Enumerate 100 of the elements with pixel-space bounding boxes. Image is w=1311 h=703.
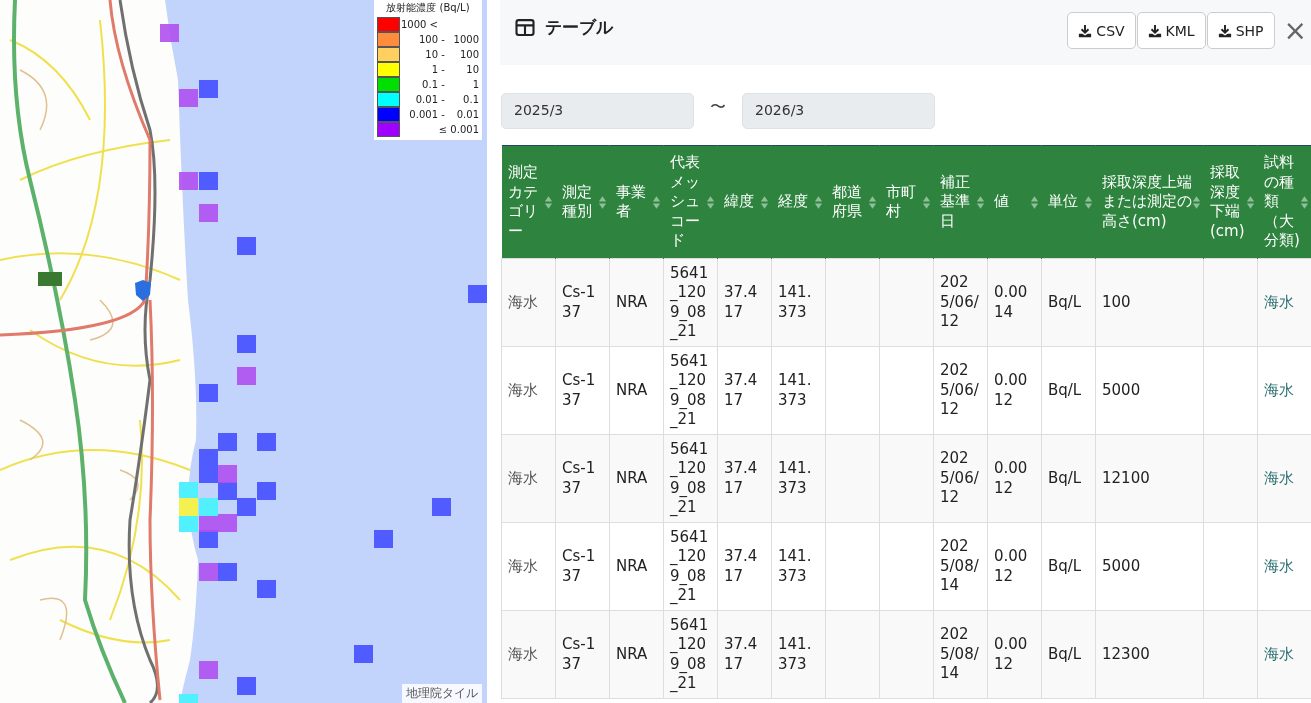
sort-icon <box>922 194 931 210</box>
download-button[interactable]: CSV <box>1067 12 1136 49</box>
table-cell: NRA <box>609 610 664 699</box>
column-header[interactable]: 事業者 <box>609 145 664 259</box>
table-cell: 2025/08/14 <box>933 522 988 611</box>
attribution-link[interactable]: 地理院タイル <box>402 684 482 703</box>
download-icon <box>1147 23 1162 38</box>
table-cell: 37.417 <box>717 346 772 435</box>
table-cell: 5641_1209_08_21 <box>663 346 718 435</box>
table-cell: 2025/08/14 <box>933 610 988 699</box>
table-cell: Cs-137 <box>555 258 610 347</box>
table-icon <box>515 19 535 36</box>
legend-title: 放射能濃度 (Bq/L) <box>385 1 471 15</box>
table-cell: 12300 <box>1095 610 1204 699</box>
table-cell: Bq/L <box>1041 434 1096 523</box>
date-field[interactable]: 2026/3 <box>742 93 935 129</box>
legend-label: ≤ 0.001 <box>437 124 479 135</box>
table-cell: Cs-137 <box>555 610 610 699</box>
column-header[interactable]: 緯度 <box>717 145 772 259</box>
table-cell: 0.0012 <box>987 434 1042 523</box>
table-cell: 37.417 <box>717 434 772 523</box>
legend-label: - <box>440 34 446 45</box>
sort-icon <box>652 194 661 210</box>
table-cell: Bq/L <box>1041 610 1096 699</box>
date-field[interactable]: 2025/3 <box>501 93 694 129</box>
download-icon <box>1078 23 1093 38</box>
column-header[interactable]: 代表メッシュコード <box>663 145 718 259</box>
sort-icon <box>976 194 985 210</box>
table-cell: 5641_1209_08_21 <box>663 434 718 523</box>
sort-icon <box>760 194 769 210</box>
close-button[interactable]: × <box>1275 16 1311 45</box>
download-button[interactable]: KML <box>1136 12 1206 49</box>
table-cell: 100 <box>1095 258 1204 347</box>
table-cell: 37.417 <box>717 258 772 347</box>
table-cell: NRA <box>609 522 664 611</box>
legend-label: - <box>440 49 446 60</box>
sort-icon <box>1246 194 1255 210</box>
download-button[interactable]: SHP <box>1206 12 1275 49</box>
table-cell: 5641_1209_08_21 <box>663 258 718 347</box>
table-cell: 2025/06/12 <box>933 346 988 435</box>
legend-label: 1 <box>471 79 479 90</box>
legend-label: 0.01 <box>455 109 479 120</box>
legend-label: 100 <box>417 34 438 45</box>
legend-label: - <box>440 64 446 75</box>
table-cell: 2025/06/12 <box>933 258 988 347</box>
column-header[interactable]: 都道府県 <box>825 145 880 259</box>
table-cell: 海水 <box>501 610 556 699</box>
table-cell: Bq/L <box>1041 522 1096 611</box>
table-cell: 0.0012 <box>987 346 1042 435</box>
legend-label: - <box>440 94 446 105</box>
column-header[interactable]: 採取深度下端(cm) <box>1203 145 1258 259</box>
column-header[interactable]: 経度 <box>771 145 826 259</box>
column-header[interactable]: 単位 <box>1041 145 1096 259</box>
table-cell: 5000 <box>1095 346 1204 435</box>
column-header[interactable]: 市町村 <box>879 145 934 259</box>
table-cell: 5641_1209_08_21 <box>663 610 718 699</box>
legend-label: 0.01 <box>414 94 438 105</box>
sort-icon <box>598 194 607 210</box>
sort-icon <box>1030 194 1039 210</box>
table-cell: NRA <box>609 346 664 435</box>
column-header[interactable]: 試料の種類（大分類) <box>1257 145 1311 259</box>
table-cell: 海水 <box>1257 258 1311 347</box>
range-separator: 〜 <box>710 96 726 118</box>
legend-label: 1000 <box>452 34 479 45</box>
panel-title: テーブル <box>545 16 613 39</box>
legend-label: 0.001 <box>408 109 438 120</box>
column-header[interactable]: 測定カテゴリー <box>501 145 556 259</box>
table-cell: 海水 <box>501 522 556 611</box>
legend-label: 0.1 <box>421 79 438 90</box>
table-cell: NRA <box>609 434 664 523</box>
table-cell: Cs-137 <box>555 522 610 611</box>
sort-icon <box>544 194 553 210</box>
legend-label: 1000 < <box>400 19 438 30</box>
table-cell: 海水 <box>501 346 556 435</box>
table-cell: Bq/L <box>1041 346 1096 435</box>
legend-label: 10 <box>424 49 438 60</box>
legend-label: - <box>440 79 446 90</box>
table-cell: 0.0014 <box>987 258 1042 347</box>
table-cell: 141.373 <box>771 522 826 611</box>
table-cell: 0.0012 <box>987 610 1042 699</box>
legend-label: 100 <box>458 49 479 60</box>
table-cell: 海水 <box>501 434 556 523</box>
table-cell: 海水 <box>501 258 556 347</box>
column-header[interactable]: 補正基準日 <box>933 145 988 259</box>
table-cell: 141.373 <box>771 258 826 347</box>
table-cell: 2025/06/12 <box>933 434 988 523</box>
table-cell: 5000 <box>1095 522 1204 611</box>
table-cell: Cs-137 <box>555 346 610 435</box>
column-header[interactable]: 測定種別 <box>555 145 610 259</box>
column-header[interactable]: 採取深度上端または測定の高さ(cm) <box>1095 145 1204 259</box>
table-cell: 141.373 <box>771 346 826 435</box>
sort-icon <box>814 194 823 210</box>
column-header[interactable]: 値 <box>987 145 1042 259</box>
table-cell: 141.373 <box>771 610 826 699</box>
legend-label: 0.1 <box>462 94 479 105</box>
table-cell: Bq/L <box>1041 258 1096 347</box>
sort-icon <box>868 194 877 210</box>
table-cell: 5641_1209_08_21 <box>663 522 718 611</box>
legend-label: - <box>440 109 446 120</box>
table-cell: 12100 <box>1095 434 1204 523</box>
